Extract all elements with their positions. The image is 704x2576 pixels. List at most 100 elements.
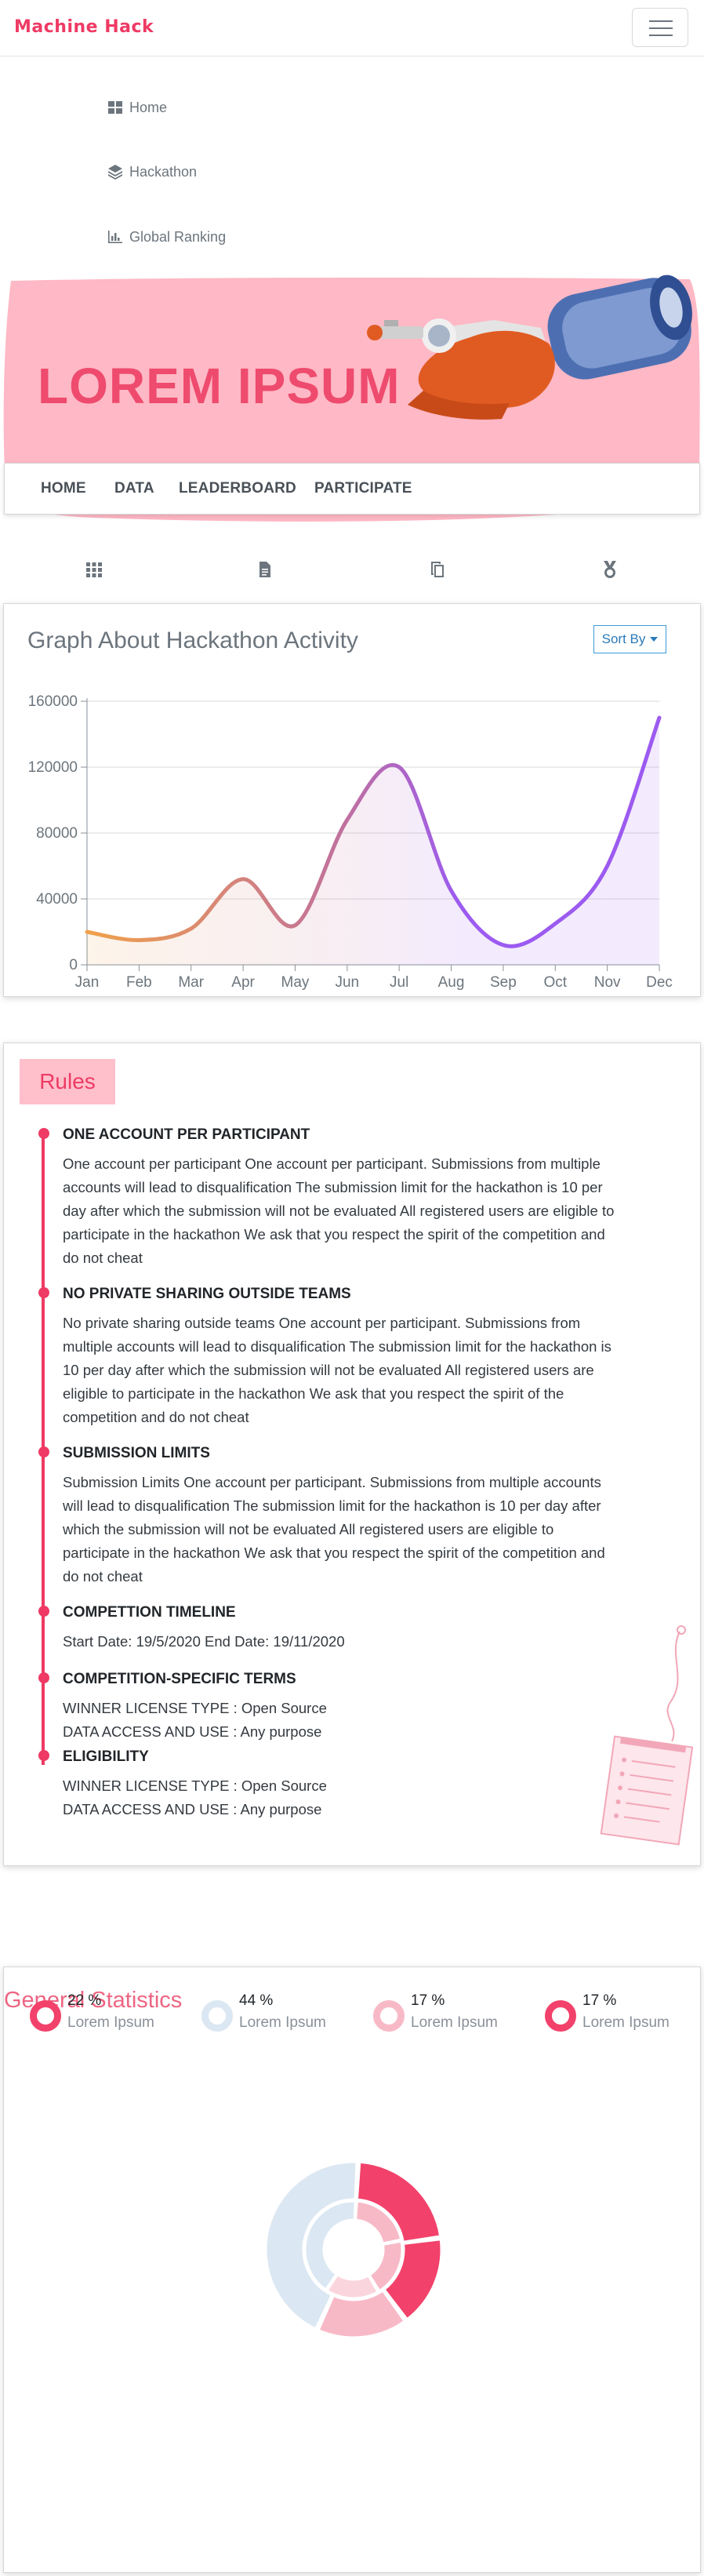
legend-label: Lorem Ipsum	[411, 2014, 498, 2031]
rule-body-line: accounts will lead to disqualification T…	[63, 1179, 603, 1195]
y-tick-label: 0	[69, 957, 78, 973]
rule-body-line: eligible to participate in the hackathon…	[63, 1385, 564, 1402]
rule-body-line: day after which the submission will not …	[63, 1202, 615, 1219]
rule-body-line: do not cheat	[63, 1250, 143, 1266]
legend-label: Lorem Ipsum	[582, 2014, 670, 2031]
graph-title: Graph About Hackathon Activity	[27, 628, 358, 653]
sort-by-dropdown[interactable]: Sort By	[593, 625, 666, 653]
rule-body-line: will lead to disqualification The submis…	[63, 1497, 601, 1514]
legend-label: Lorem Ipsum	[239, 2014, 326, 2031]
bar-chart-icon	[108, 231, 122, 243]
legend-item: 17 % Lorem Ipsum	[373, 1992, 530, 2047]
rule-body-line: Start Date: 19/5/2020 End Date: 19/11/20…	[63, 1633, 345, 1650]
rule-title: NO PRIVATE SHARING OUTSIDE TEAMS	[63, 1286, 351, 1302]
legend-item: 22 % Lorem Ipsum	[30, 1992, 187, 2047]
tab-participate[interactable]: PARTICIPATE	[314, 480, 412, 497]
medal-icon[interactable]	[601, 560, 619, 579]
donut-center	[325, 2221, 382, 2278]
x-tick-label: Jun	[335, 974, 359, 991]
file-icon[interactable]	[256, 560, 274, 579]
rule-item: ELIGIBILITY WINNER LICENSE TYPE : Open So…	[38, 1748, 674, 1821]
rule-body-line: which the submission will not be evaluat…	[63, 1521, 554, 1537]
legend-label: Lorem Ipsum	[67, 2014, 154, 2031]
hamburger-icon	[649, 27, 673, 29]
brand-logo[interactable]: Machine Hack	[14, 17, 154, 37]
rule-body-line: do not cheat	[63, 1568, 143, 1585]
timeline-dot	[38, 1287, 49, 1298]
grid-icon[interactable]	[85, 560, 103, 579]
legend-item: 44 % Lorem Ipsum	[201, 1992, 358, 2047]
x-tick-label: May	[281, 974, 310, 991]
tab-leaderboard[interactable]: LEADERBOARD	[179, 480, 296, 497]
legend-ring-icon	[30, 2000, 61, 2032]
legend-ring-icon	[545, 2000, 576, 2032]
layers-icon	[108, 165, 122, 180]
rule-body: WINNER LICENSE TYPE : Open Source DATA AC…	[63, 1774, 674, 1821]
rule-item: SUBMISSION LIMITS Submission Limits One a…	[38, 1444, 674, 1588]
tab-data[interactable]: DATA	[114, 480, 154, 497]
rule-title: ONE ACCOUNT PER PARTICIPANT	[63, 1126, 310, 1143]
x-tick-label: Apr	[231, 974, 255, 991]
rule-body-line: DATA ACCESS AND USE : Any purpose	[63, 1723, 322, 1740]
general-statistics-card: General Statistics	[3, 1967, 701, 2573]
rule-body-line: DATA ACCESS AND USE : Any purpose	[63, 1801, 322, 1817]
rules-card: Rules ONE ACCOUNT PER PARTICIPANT One acc…	[3, 1042, 701, 1866]
rule-title: COMPETTION TIMELINE	[63, 1604, 236, 1621]
x-tick-label: Nov	[594, 974, 621, 991]
caret-down-icon	[650, 637, 659, 642]
tab-bar: HOME DATA LEADERBOARD PARTICIPATE	[4, 463, 700, 515]
x-tick-label: Mar	[178, 974, 204, 991]
rule-body-line: participate in the hackathon We ask that…	[63, 1545, 605, 1561]
legend-item: 17 % Lorem Ipsum	[545, 1992, 702, 2047]
rule-body-line: One account per participant One account …	[63, 1155, 601, 1172]
timeline-dot	[38, 1750, 49, 1761]
x-tick-label: Jul	[390, 974, 408, 991]
legend-percent: 17 %	[411, 1992, 445, 2009]
series-area	[87, 718, 659, 965]
menu-item-label: Global Ranking	[129, 228, 227, 245]
y-tick-label: 40000	[36, 891, 78, 908]
timeline-dot	[38, 1446, 49, 1457]
menu-item-label: Home	[129, 99, 168, 115]
menu-item-home[interactable]: Home	[107, 96, 167, 119]
x-tick-label: Dec	[646, 974, 673, 991]
rule-body-line: competition and do not cheat	[63, 1409, 249, 1425]
y-tick-label: 160000	[28, 693, 78, 710]
menu-item-hackathon[interactable]: Hackathon	[107, 160, 197, 184]
menu-item-global-ranking[interactable]: Global Ranking	[107, 225, 226, 249]
rule-item: ONE ACCOUNT PER PARTICIPANT One account p…	[38, 1126, 674, 1270]
copy-icon[interactable]	[428, 560, 447, 579]
x-tick-label: Feb	[126, 974, 152, 991]
rule-body: Submission Limits One account per partic…	[63, 1471, 674, 1588]
rule-title: ELIGIBILITY	[63, 1748, 149, 1765]
legend-ring-icon	[201, 2000, 233, 2032]
rule-body-line: participate in the hackathon We ask that…	[63, 1226, 605, 1243]
activity-line-chart: 0 40000 80000 120000 160000 Jan Feb Mar Apr May Ju…	[28, 693, 673, 991]
legend-percent: 17 %	[582, 1992, 617, 2009]
y-tick-label: 120000	[28, 759, 78, 776]
sort-by-label: Sort By	[601, 631, 646, 646]
tab-home[interactable]: HOME	[41, 480, 86, 497]
rule-body-line: WINNER LICENSE TYPE : Open Source	[63, 1777, 327, 1794]
statistics-donut-chart	[264, 2160, 443, 2339]
rule-body-line: WINNER LICENSE TYPE : Open Source	[63, 1700, 327, 1716]
rule-item: COMPETTION TIMELINE Start Date: 19/5/2020…	[38, 1603, 674, 1654]
rule-body: WINNER LICENSE TYPE : Open Source DATA AC…	[63, 1697, 674, 1744]
rule-item: COMPETITION-SPECIFIC TERMS WINNER LICENSE…	[38, 1670, 674, 1744]
rule-title: COMPETITION-SPECIFIC TERMS	[63, 1671, 296, 1687]
notepad-illustration	[600, 1625, 694, 1846]
activity-graph-card: Graph About Hackathon Activity Sort By 0…	[3, 603, 701, 997]
rules-tag: Rules	[20, 1059, 115, 1104]
menu-toggle-button[interactable]	[632, 8, 688, 47]
rule-body-line: 10 per day after which the submission wi…	[63, 1362, 594, 1378]
rule-body: No private sharing outside teams One acc…	[63, 1312, 674, 1429]
y-tick-label: 80000	[36, 825, 78, 842]
hamburger-icon	[649, 20, 673, 22]
rule-item: NO PRIVATE SHARING OUTSIDE TEAMS No priva…	[38, 1285, 674, 1429]
x-tick-label: Sep	[490, 974, 517, 991]
rule-body: One account per participant One account …	[63, 1152, 674, 1270]
top-navbar: Machine Hack	[0, 0, 704, 56]
rule-body-line: multiple accounts will lead to disqualif…	[63, 1338, 611, 1355]
x-tick-label: Oct	[543, 974, 567, 991]
legend-percent: 44 %	[239, 1992, 274, 2009]
